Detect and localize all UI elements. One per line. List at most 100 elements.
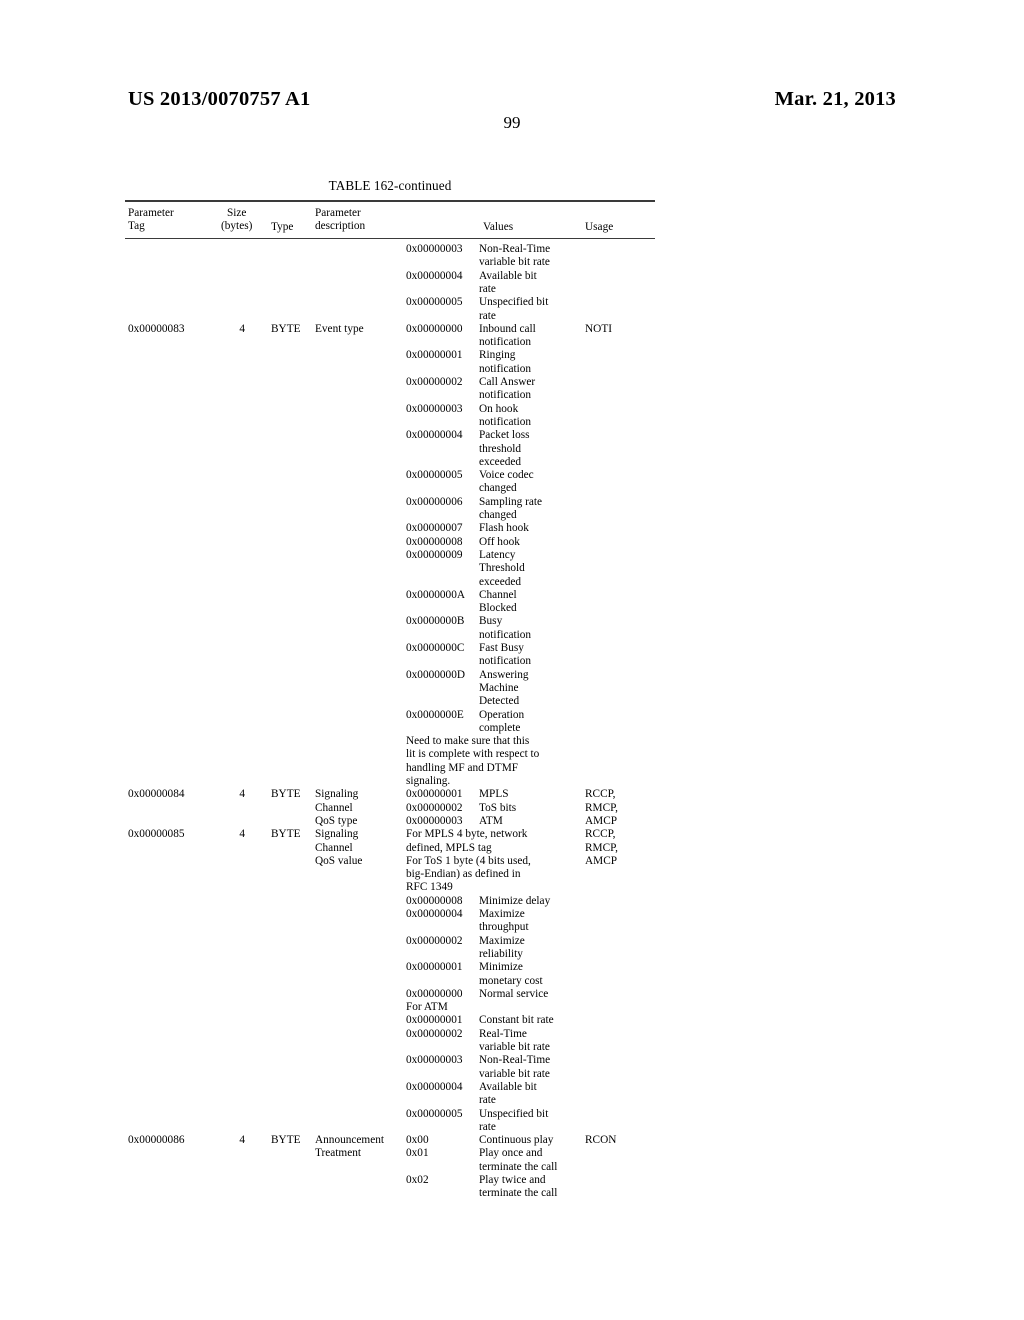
value-description-line: Voice codec: [479, 469, 534, 482]
value-description-line: Non-Real-Time: [479, 1054, 551, 1067]
column-header-type: Type: [271, 220, 294, 233]
value-code: 0x0000000C: [406, 642, 465, 654]
parameter-description-line: Treatment: [315, 1147, 362, 1160]
value-preamble-line: defined, MPLS tag: [406, 841, 492, 854]
value-description-line: reliability: [479, 947, 523, 960]
usage-line: RCCP,: [585, 788, 616, 801]
value-description-line: Call Answer: [479, 376, 536, 388]
value-note-line: lit is complete with respect to: [406, 748, 540, 761]
value-description-line: notification: [479, 336, 532, 349]
column-header-usage: Usage: [585, 220, 614, 233]
table-caption: TABLE 162-continued: [328, 178, 452, 193]
value-description-line: rate: [479, 1094, 496, 1107]
value-description-line: Flash hook: [479, 522, 529, 535]
value-code: 0x00000003: [406, 1054, 463, 1067]
column-header-parameter-description: Parameter description: [315, 207, 366, 233]
type: BYTE: [271, 1134, 301, 1147]
value-preamble-line: For ToS 1 byte (4 bits used,: [406, 854, 531, 867]
value-code: 0x00000006: [406, 495, 463, 508]
parameter-tag: 0x00000083: [128, 322, 185, 335]
value-description-line: Normal service: [479, 987, 549, 1000]
usage-line: RCCP,: [585, 828, 616, 841]
value-description-line: Constant bit rate: [479, 1014, 554, 1027]
value-code: 0x00000000: [406, 987, 463, 1000]
value-description-line: terminate the call: [479, 1187, 558, 1200]
value-description-line: threshold: [479, 442, 522, 455]
value-code: 0x00000003: [406, 814, 463, 827]
value-code: 0x01: [406, 1147, 429, 1160]
size-bytes: 4: [239, 322, 245, 335]
parameter-description-line: Signaling: [315, 828, 359, 841]
value-code: 0x0000000D: [406, 668, 465, 681]
parameter-tag: 0x00000086: [128, 1134, 185, 1147]
value-description-line: Channel: [479, 588, 517, 601]
value-code: 0x00000005: [406, 296, 463, 309]
value-description-line: rate: [479, 282, 496, 295]
value-description-line: variable bit rate: [479, 1067, 550, 1080]
value-code: 0x00000008: [406, 535, 463, 548]
value-code: 0x00000000: [406, 322, 463, 335]
value-description-line: Available bit: [479, 269, 537, 282]
parameter-description-line: Channel: [315, 801, 353, 814]
value-description-line: monetary cost: [479, 974, 543, 987]
value-description-line: Answering: [479, 668, 529, 681]
value-code: 0x00: [406, 1134, 429, 1147]
value-note-line: signaling.: [406, 775, 451, 787]
value-description-line: Non-Real-Time: [479, 243, 551, 255]
value-description-line: terminate the call: [479, 1160, 558, 1173]
value-description-line: ATM: [479, 814, 503, 827]
value-code: 0x0000000E: [406, 708, 464, 721]
type: BYTE: [271, 322, 301, 335]
parameter-tag: 0x00000085: [128, 828, 185, 841]
value-code: 0x00000009: [406, 548, 463, 561]
usage-line: AMCP: [585, 814, 618, 827]
value-description-line: exceeded: [479, 455, 522, 468]
value-description-line: notification: [479, 628, 532, 641]
value-description-line: exceeded: [479, 575, 522, 588]
page-running-head: US 2013/0070757 A1 Mar. 21, 2013: [128, 88, 896, 114]
value-description-line: rate: [479, 309, 496, 322]
value-code: 0x00000002: [406, 1027, 463, 1040]
column-header-parameter-tag: Parameter Tag: [128, 207, 174, 233]
value-description-line: Sampling rate: [479, 495, 543, 508]
value-description-line: changed: [479, 482, 517, 495]
table-body: 0x00000003 Non-Real-Time variable bit rate…: [125, 239, 655, 1299]
value-description-line: Minimize delay: [479, 894, 551, 907]
value-preamble-line: For MPLS 4 byte, network: [406, 828, 528, 841]
value-code: 0x00000002: [406, 376, 463, 388]
value-description-line: Threshold: [479, 562, 525, 575]
value-description-line: Off hook: [479, 535, 520, 548]
value-code: 0x00000004: [406, 908, 463, 920]
value-preamble-line: RFC 1349: [406, 881, 453, 894]
value-code: 0x00000007: [406, 522, 463, 535]
value-description-line: Ringing: [479, 349, 516, 362]
value-code: 0x00000004: [406, 1080, 463, 1093]
value-description-line: Maximize: [479, 934, 525, 947]
publication-number: US 2013/0070757 A1: [128, 88, 311, 110]
table-header-row: Parameter Tag Size (bytes) Type Paramete…: [125, 202, 655, 238]
value-code: 0x00000002: [406, 801, 463, 814]
usage-line: AMCP: [585, 854, 618, 867]
value-description-line: Continuous play: [479, 1134, 554, 1147]
value-preamble-line: big-Endian) as defined in: [406, 868, 521, 881]
value-code: 0x0000000A: [406, 588, 465, 601]
value-description-line: MPLS: [479, 788, 509, 801]
value-description-line: Packet loss: [479, 429, 530, 442]
value-description-line: Inbound call: [479, 322, 536, 335]
value-description-line: ToS bits: [479, 801, 517, 814]
value-description-line: Unspecified bit: [479, 296, 549, 309]
value-description-line: Real-Time: [479, 1027, 527, 1040]
value-description-line: notification: [479, 415, 532, 428]
value-code: 0x00000001: [406, 1014, 463, 1027]
value-code: 0x00000001: [406, 788, 463, 801]
value-description-line: Latency: [479, 548, 516, 561]
usage-line: NOTI: [585, 322, 612, 335]
size-bytes: 4: [239, 788, 245, 801]
value-description-line: Unspecified bit: [479, 1107, 549, 1120]
value-description-line: Minimize: [479, 961, 523, 974]
parameter-description-line: Channel: [315, 841, 353, 854]
value-description-line: rate: [479, 1120, 496, 1133]
value-code: 0x02: [406, 1174, 429, 1186]
value-description-line: notification: [479, 655, 532, 668]
usage-line: RCON: [585, 1134, 617, 1147]
